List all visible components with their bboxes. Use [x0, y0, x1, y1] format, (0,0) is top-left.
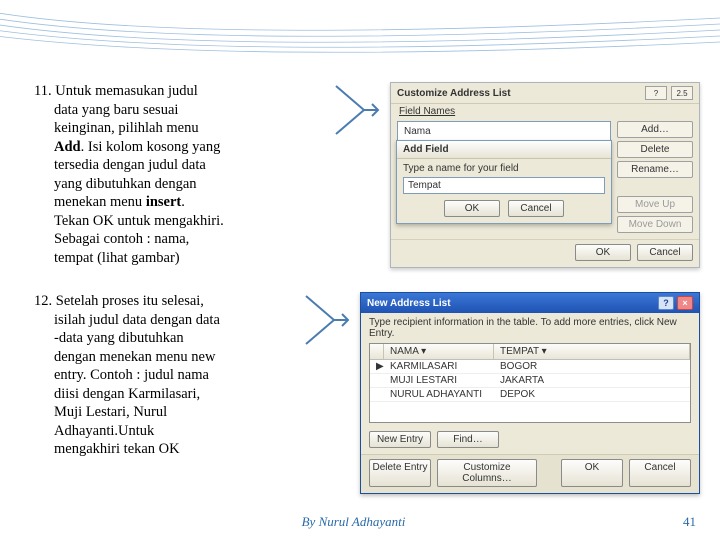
- sub-dialog-title: Add Field: [397, 141, 611, 159]
- cancel-button[interactable]: Cancel: [629, 459, 691, 487]
- find-button[interactable]: Find…: [437, 431, 499, 448]
- column-header[interactable]: TEMPAT ▾: [494, 344, 690, 359]
- field-names-list[interactable]: Nama Add Field Type a name for your fiel…: [397, 121, 611, 213]
- add-button[interactable]: Add…: [617, 121, 693, 138]
- step-12-text: 12. Setelah proses itu selesai, isilah j…: [34, 292, 294, 459]
- rename-button[interactable]: Rename…: [617, 161, 693, 178]
- sub-dialog-prompt: Type a name for your field: [403, 163, 605, 174]
- ok-button[interactable]: OK: [575, 244, 631, 261]
- recipient-table[interactable]: NAMA ▾ TEMPAT ▾ ▶KARMILASARIBOGOR MUJI L…: [369, 343, 691, 423]
- ok-button[interactable]: OK: [561, 459, 623, 487]
- page-number: 41: [683, 514, 696, 530]
- move-up-button[interactable]: Move Up: [617, 196, 693, 213]
- arrow-icon: [304, 292, 350, 348]
- help-button[interactable]: ?: [645, 86, 667, 100]
- add-field-dialog: Add Field Type a name for your field Tem…: [396, 140, 612, 224]
- cancel-button[interactable]: Cancel: [637, 244, 693, 261]
- dialog-hint: Type recipient information in the table.…: [361, 313, 699, 341]
- cancel-button[interactable]: Cancel: [508, 200, 564, 217]
- arrow-icon: [334, 82, 380, 138]
- delete-button[interactable]: Delete: [617, 141, 693, 158]
- dialog-title: New Address List: [367, 298, 451, 309]
- table-row: NURUL ADHAYANTIDEPOK: [370, 388, 690, 402]
- table-row: ▶KARMILASARIBOGOR: [370, 360, 690, 374]
- decor-lines: [0, 0, 720, 60]
- close-button[interactable]: 2.5: [671, 86, 693, 100]
- new-address-list-dialog: New Address List ? × Type recipient info…: [360, 292, 700, 494]
- field-names-label: Field Names: [391, 104, 699, 117]
- step-11-text: 11. Untuk memasukan judul data yang baru…: [34, 82, 324, 267]
- ok-button[interactable]: OK: [444, 200, 500, 217]
- move-down-button[interactable]: Move Down: [617, 216, 693, 233]
- close-button[interactable]: ×: [677, 296, 693, 310]
- list-item[interactable]: Nama: [404, 126, 604, 137]
- field-name-input[interactable]: Tempat: [403, 177, 605, 194]
- help-button[interactable]: ?: [658, 296, 674, 310]
- dialog-title: Customize Address List: [397, 88, 511, 99]
- customize-columns-button[interactable]: Customize Columns…: [437, 459, 537, 487]
- table-row: MUJI LESTARIJAKARTA: [370, 374, 690, 388]
- column-header[interactable]: NAMA ▾: [384, 344, 494, 359]
- new-entry-button[interactable]: New Entry: [369, 431, 431, 448]
- delete-entry-button[interactable]: Delete Entry: [369, 459, 431, 487]
- customize-address-list-dialog: Customize Address List ? 2.5 Field Names…: [390, 82, 700, 268]
- footer-author: By Nurul Adhayanti: [24, 514, 683, 530]
